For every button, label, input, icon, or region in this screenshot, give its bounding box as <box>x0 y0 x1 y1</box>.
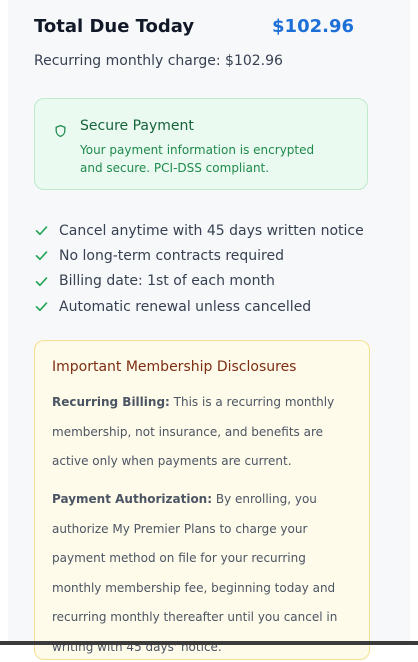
feature-label: Automatic renewal unless cancelled <box>59 298 312 315</box>
feature-label: No long-term contracts required <box>59 247 285 264</box>
payment-authorization-text: By enrolling, you authorize My Premier P… <box>52 492 338 654</box>
disclosures-title: Important Membership Disclosures <box>52 359 297 375</box>
secure-payment-title: Secure Payment <box>80 118 194 134</box>
recurring-charge-text: Recurring monthly charge: $102.96 <box>34 53 283 69</box>
check-icon <box>35 276 48 286</box>
feature-label: Billing date: 1st of each month <box>59 273 275 290</box>
recurring-billing-heading: Recurring Billing: <box>52 395 170 409</box>
feature-label: Cancel anytime with 45 days written noti… <box>59 222 364 239</box>
feature-item: Cancel anytime with 45 days written noti… <box>34 218 364 243</box>
order-summary-panel: Total Due Today $102.96 Recurring monthl… <box>8 0 410 660</box>
total-due-label: Total Due Today <box>34 16 195 37</box>
shield-icon <box>55 124 66 138</box>
window-bottom-edge <box>0 641 418 645</box>
secure-payment-text: Your payment information is encrypted an… <box>80 143 315 175</box>
secure-payment-notice: Secure Payment Your payment information … <box>34 98 368 190</box>
recurring-billing-paragraph: Recurring Billing: This is a recurring m… <box>52 388 358 477</box>
feature-item: Billing date: 1st of each month <box>34 269 364 294</box>
total-due-amount: $102.96 <box>272 16 354 37</box>
feature-item: No long-term contracts required <box>34 243 364 268</box>
membership-disclosures: Important Membership Disclosures Recurri… <box>34 340 370 660</box>
feature-item: Automatic renewal unless cancelled <box>34 294 364 319</box>
check-icon <box>35 302 48 312</box>
check-icon <box>35 226 48 236</box>
feature-list: Cancel anytime with 45 days written noti… <box>34 218 364 319</box>
payment-authorization-paragraph: Payment Authorization: By enrolling, you… <box>52 485 358 662</box>
check-icon <box>35 251 48 261</box>
payment-authorization-heading: Payment Authorization: <box>52 492 213 506</box>
total-due-row: Total Due Today $102.96 <box>34 16 354 37</box>
